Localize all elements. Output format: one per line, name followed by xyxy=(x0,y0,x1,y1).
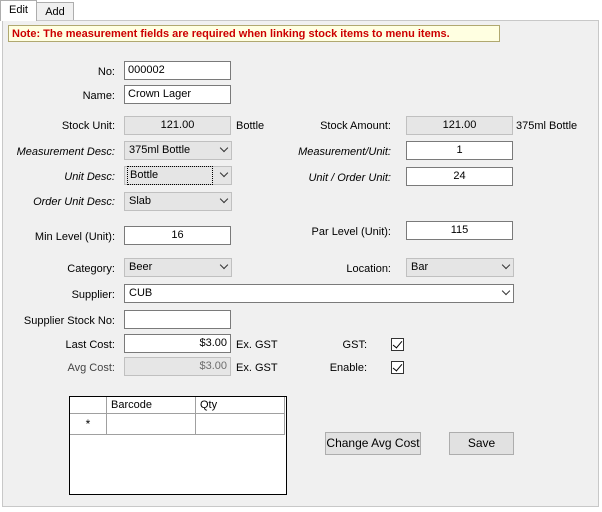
chevron-down-icon xyxy=(219,168,229,178)
tab-add[interactable]: Add xyxy=(36,2,74,21)
measurement-unit-label: Measurement/Unit: xyxy=(298,146,391,158)
unit-order-label: Unit / Order Unit: xyxy=(308,172,391,184)
category-label: Category: xyxy=(67,263,115,275)
enable-label: Enable: xyxy=(329,362,367,374)
checkmark-icon xyxy=(392,361,403,372)
gst-checkbox[interactable] xyxy=(391,338,404,351)
chevron-down-icon xyxy=(219,260,229,270)
supplier-value: CUB xyxy=(129,287,153,299)
stock-amount-suffix: 375ml Bottle xyxy=(516,120,578,132)
last-cost-field[interactable]: $3.00 xyxy=(124,334,231,353)
unit-desc-select[interactable]: Bottle xyxy=(124,166,232,185)
no-field[interactable]: 000002 xyxy=(124,61,231,80)
measurement-unit-field[interactable]: 1 xyxy=(406,141,513,160)
category-value: Beer xyxy=(129,261,153,273)
chevron-down-icon xyxy=(501,260,511,270)
avg-cost-field: $3.00 xyxy=(124,357,231,376)
supplier-stock-no-label: Supplier Stock No: xyxy=(23,315,115,327)
gst-label: GST: xyxy=(342,339,367,351)
supplier-stock-no-field[interactable] xyxy=(124,310,231,329)
supplier-select[interactable]: CUB xyxy=(124,284,514,303)
measurement-desc-select[interactable]: 375ml Bottle xyxy=(124,141,232,160)
stock-unit-label: Stock Unit: xyxy=(61,120,115,132)
location-select[interactable]: Bar xyxy=(406,258,514,277)
grid-header-barcode[interactable]: Barcode xyxy=(107,397,196,414)
unit-desc-value: Bottle xyxy=(127,166,213,185)
stock-amount-field: 121.00 xyxy=(406,116,513,135)
name-field[interactable]: Crown Lager xyxy=(124,85,231,104)
category-select[interactable]: Beer xyxy=(124,258,232,277)
stock-unit-suffix: Bottle xyxy=(236,120,265,132)
chevron-down-icon xyxy=(219,194,229,204)
stock-unit-field: 121.00 xyxy=(124,116,231,135)
last-cost-suffix: Ex. GST xyxy=(236,339,278,351)
stock-amount-label: Stock Amount: xyxy=(320,120,391,132)
par-level-label: Par Level (Unit): xyxy=(311,226,391,238)
par-level-field[interactable]: 115 xyxy=(406,221,513,240)
order-unit-desc-select[interactable]: Slab xyxy=(124,192,232,211)
chevron-down-icon xyxy=(219,143,229,153)
measurement-note: Note: The measurement fields are require… xyxy=(8,25,500,42)
measurement-desc-value: 375ml Bottle xyxy=(129,144,191,156)
unit-order-field[interactable]: 24 xyxy=(406,167,513,186)
order-unit-desc-label: Order Unit Desc: xyxy=(33,196,115,208)
order-unit-desc-value: Slab xyxy=(129,195,152,207)
grid-corner-header xyxy=(70,397,107,414)
avg-cost-label: Avg Cost: xyxy=(67,362,116,374)
measurement-desc-label: Measurement Desc: xyxy=(16,146,115,158)
min-level-field[interactable]: 16 xyxy=(124,226,231,245)
grid-new-row-marker: * xyxy=(70,414,107,435)
change-avg-cost-button[interactable]: Change Avg Cost xyxy=(325,432,421,455)
min-level-label: Min Level (Unit): xyxy=(34,231,115,243)
location-label: Location: xyxy=(346,263,391,275)
enable-checkbox[interactable] xyxy=(391,361,404,374)
no-label: No: xyxy=(97,66,115,78)
checkmark-icon xyxy=(392,338,403,349)
chevron-down-icon xyxy=(501,286,511,296)
tab-edit[interactable]: Edit xyxy=(0,0,37,21)
supplier-label: Supplier: xyxy=(71,289,115,301)
save-button[interactable]: Save xyxy=(449,432,514,455)
unit-desc-label: Unit Desc: xyxy=(64,171,115,183)
grid-cell-barcode[interactable] xyxy=(107,414,196,435)
name-label: Name: xyxy=(82,90,115,102)
barcode-grid[interactable]: Barcode Qty * xyxy=(69,396,287,495)
last-cost-label: Last Cost: xyxy=(65,339,115,351)
grid-header-qty[interactable]: Qty xyxy=(196,397,285,414)
location-value: Bar xyxy=(411,261,429,273)
grid-cell-qty[interactable] xyxy=(196,414,285,435)
avg-cost-suffix: Ex. GST xyxy=(236,362,278,374)
